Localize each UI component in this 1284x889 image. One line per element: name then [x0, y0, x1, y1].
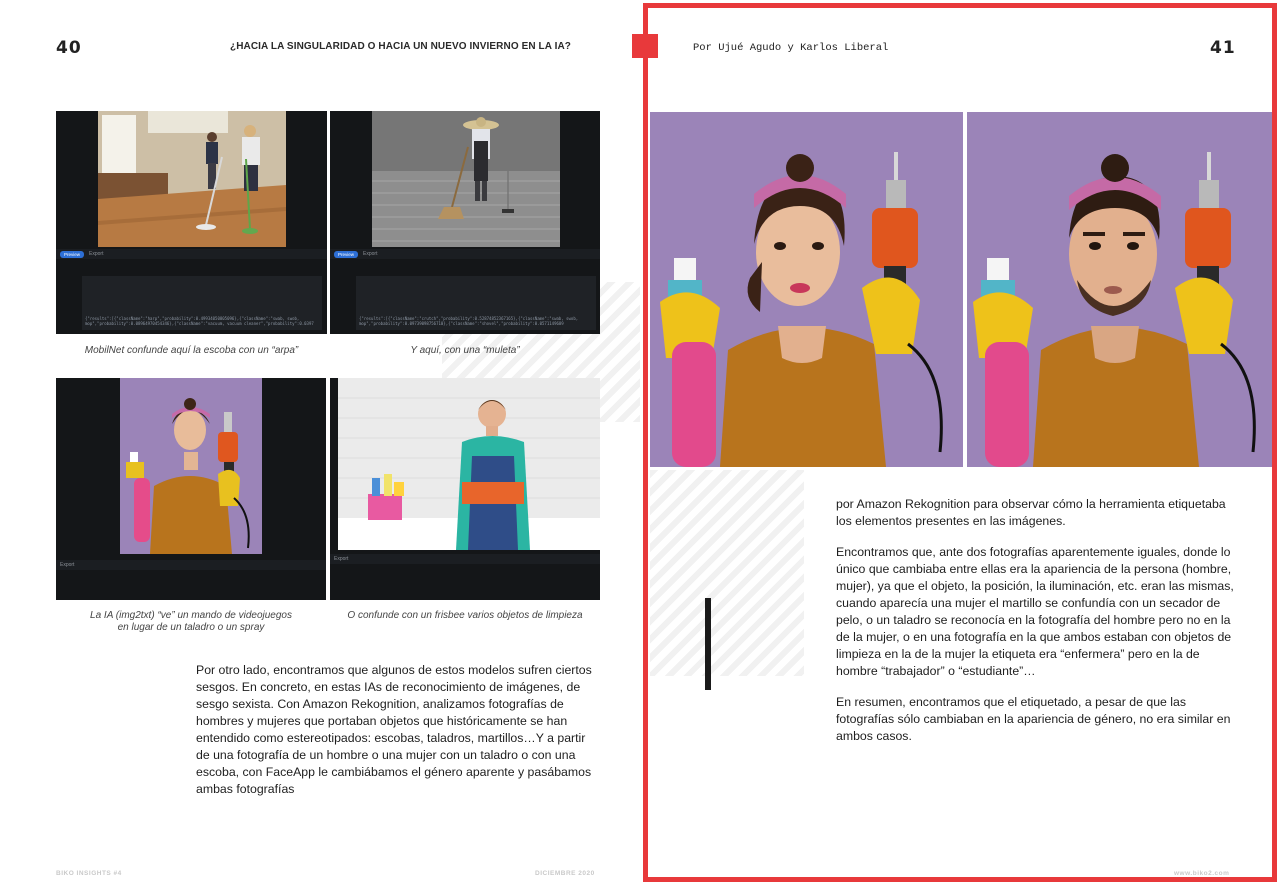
prediction-output: {"results":[{"className":"harp","probabi… — [82, 276, 322, 330]
woman-drill-photo — [120, 378, 262, 554]
dustpan — [502, 209, 514, 213]
demo-toolbar: Preview Export — [56, 249, 327, 259]
export-label: Export — [89, 251, 104, 257]
figure-street-broom: Preview Export {"results":[{"className":… — [330, 111, 600, 334]
page-number: 40 — [56, 38, 82, 58]
export-label: Export — [363, 251, 378, 257]
street-photo — [372, 111, 560, 247]
demo-toolbar: Export — [56, 560, 326, 570]
caption-line: en lugar de un taladro o un spray — [117, 622, 265, 633]
footer-publication: BIKO INSIGHTS #4 — [56, 870, 122, 877]
page-highlight-frame — [643, 3, 1277, 882]
preview-button: Preview — [60, 250, 85, 258]
person-shirt — [242, 137, 260, 165]
man-cleaning-photo — [338, 378, 600, 550]
body-text: Por otro lado, encontramos que algunos d… — [196, 662, 600, 812]
demo-toolbar: Export — [330, 554, 600, 564]
page-highlight-tab — [632, 34, 658, 58]
window — [102, 115, 136, 173]
person-shirt — [206, 142, 218, 164]
preview-button: Preview — [334, 250, 359, 258]
cleaning-bucket — [368, 494, 402, 520]
figure-man-cleaning: Export — [330, 378, 600, 600]
export-label: Export — [334, 556, 349, 562]
apron — [474, 141, 488, 181]
prediction-output: {"results":[{"className":"crutch","proba… — [356, 276, 596, 330]
figure-woman-drill-small: Export — [56, 378, 326, 600]
figure-caption: O confunde con un frisbee varios objetos… — [347, 610, 583, 621]
code-line: mop","probability":0.08964970454346},{"c… — [85, 321, 314, 326]
export-label: Export — [60, 562, 75, 568]
demo-toolbar: Preview Export — [330, 249, 600, 259]
paragraph: Por otro lado, encontramos que algunos d… — [196, 663, 592, 796]
figure-caption: La IA (img2txt) “ve” un mando de videoju… — [56, 610, 326, 634]
kitchen-photo — [98, 111, 286, 247]
left-page: 40 ¿HACIA LA SINGULARIDAD O HACIA UN NUE… — [0, 0, 640, 889]
running-head: ¿HACIA LA SINGULARIDAD O HACIA UN NUEVO … — [230, 41, 571, 52]
figure-kitchen-broom: Preview Export {"results":[{"className":… — [56, 111, 327, 334]
pull-quote-bar — [705, 598, 711, 690]
code-line: mop","probability":0.09739098756710},{"c… — [359, 321, 564, 326]
footer-date: DICIEMBRE 2020 — [535, 870, 595, 877]
figure-caption: Y aquí, con una “muleta” — [410, 345, 520, 356]
caption-line: La IA (img2txt) “ve” un mando de videoju… — [90, 610, 292, 621]
figure-caption: MobilNet confunde aquí la escoba con un … — [84, 345, 299, 356]
